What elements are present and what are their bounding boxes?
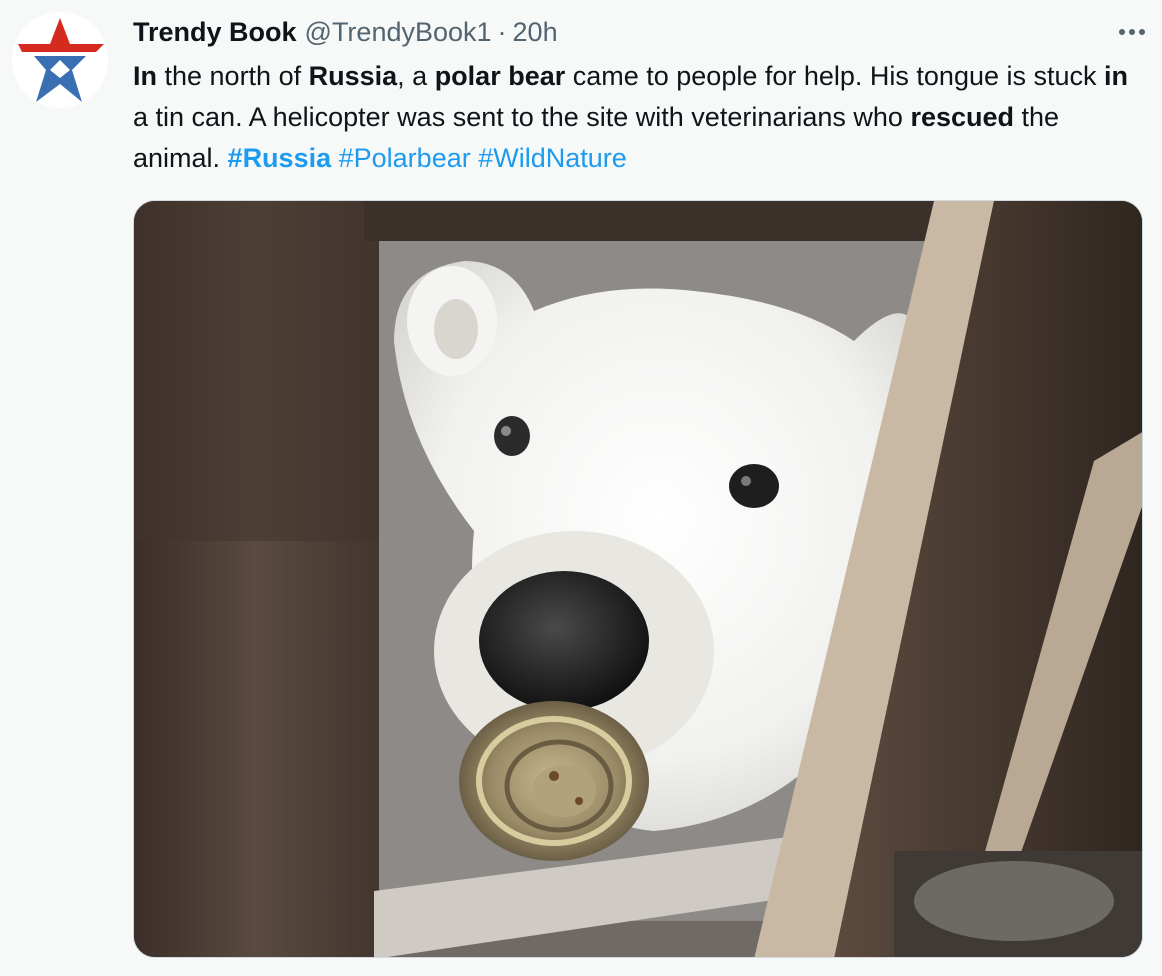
more-options-button[interactable] [1114, 14, 1150, 50]
author-display-name[interactable]: Trendy Book [133, 17, 297, 48]
text-segment: the north of [157, 61, 309, 91]
tweet-body-text: In the north of Russia, a polar bear cam… [133, 56, 1143, 179]
author-handle[interactable]: @TrendyBook1 [305, 17, 492, 48]
text-bold-in-2: in [1104, 61, 1129, 91]
text-bold-rescued: rescued [910, 102, 1014, 132]
text-segment: , a [397, 61, 435, 91]
tweet-media-image[interactable] [133, 200, 1143, 958]
text-bold-polar-bear: polar bear [434, 61, 566, 91]
hashtag-russia[interactable]: #Russia [228, 143, 332, 173]
tweet-card[interactable]: Trendy Book @TrendyBook1 · 20h In the no… [0, 0, 1162, 976]
author-avatar[interactable] [12, 12, 108, 108]
tweet-header: Trendy Book @TrendyBook1 · 20h [133, 14, 558, 50]
hashtag-wildnature[interactable]: #WildNature [478, 143, 627, 173]
text-segment: came to people for help. His tongue is s… [565, 61, 1105, 91]
text-segment: a tin can. A helicopter was sent to the … [133, 102, 911, 132]
red-blue-star-logo-icon [12, 12, 108, 108]
text-bold-in: In [133, 61, 157, 91]
hashtag-polarbear[interactable]: #Polarbear [339, 143, 471, 173]
more-dots-icon [1119, 29, 1145, 35]
text-bold-russia: Russia [308, 61, 398, 91]
header-separator: · [497, 16, 507, 47]
tweet-timestamp[interactable]: 20h [513, 17, 558, 48]
polar-bear-photo [134, 201, 1142, 957]
